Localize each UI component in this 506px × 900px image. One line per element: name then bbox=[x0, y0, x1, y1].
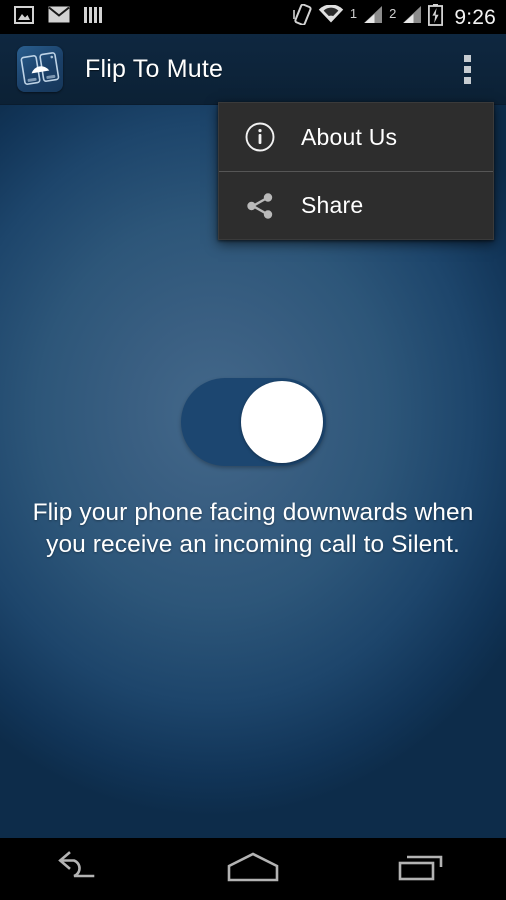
status-bar-clock: 9:26 bbox=[454, 5, 496, 29]
navigation-bar bbox=[0, 838, 506, 900]
status-bar: 1 2 9:26 bbox=[0, 0, 506, 34]
flip-to-mute-app-icon bbox=[17, 46, 63, 92]
back-arrow-icon bbox=[57, 850, 111, 889]
mail-envelope-icon bbox=[48, 6, 70, 28]
recents-icon bbox=[396, 850, 448, 889]
back-button[interactable] bbox=[0, 838, 169, 900]
android-phone-screen: 1 2 9:26 Flip To Mute Flip your phone fa… bbox=[0, 0, 506, 900]
wifi-icon bbox=[318, 4, 344, 29]
menu-item-share-label: Share bbox=[301, 192, 364, 218]
sim2-signal-icon bbox=[400, 5, 422, 29]
hint-text: Flip your phone facing downwards when yo… bbox=[32, 499, 474, 559]
toggle-container bbox=[0, 378, 506, 466]
menu-item-about-us[interactable]: About Us bbox=[219, 103, 493, 171]
action-bar: Flip To Mute bbox=[0, 34, 506, 105]
battery-charging-icon bbox=[428, 3, 444, 31]
sim2-label: 2 bbox=[389, 5, 397, 21]
toggle-thumb bbox=[240, 381, 323, 463]
gallery-image-icon bbox=[14, 5, 34, 29]
vertical-bars-icon bbox=[84, 6, 102, 29]
menu-item-about-us-label: About Us bbox=[301, 123, 398, 150]
overflow-menu-popup: About Us Share bbox=[218, 102, 494, 240]
overflow-menu-icon[interactable] bbox=[450, 45, 484, 93]
status-bar-right-icons: 1 2 9:26 bbox=[293, 3, 506, 31]
page-title: Flip To Mute bbox=[85, 54, 224, 83]
vibrate-tilt-phone-icon bbox=[293, 3, 312, 30]
menu-item-share[interactable]: Share bbox=[219, 171, 493, 239]
home-icon bbox=[225, 851, 281, 888]
sim1-label: 1 bbox=[349, 5, 358, 21]
status-bar-left-icons bbox=[0, 5, 102, 29]
overflow-dot-3 bbox=[463, 76, 471, 84]
flip-to-mute-toggle[interactable] bbox=[180, 378, 326, 466]
share-icon bbox=[243, 189, 277, 223]
recents-button[interactable] bbox=[337, 838, 506, 900]
overflow-dot-1 bbox=[463, 54, 471, 62]
overflow-dot-2 bbox=[463, 65, 471, 73]
home-button[interactable] bbox=[169, 838, 338, 900]
info-circle-icon bbox=[243, 120, 277, 154]
sim1-signal-icon bbox=[361, 5, 383, 29]
